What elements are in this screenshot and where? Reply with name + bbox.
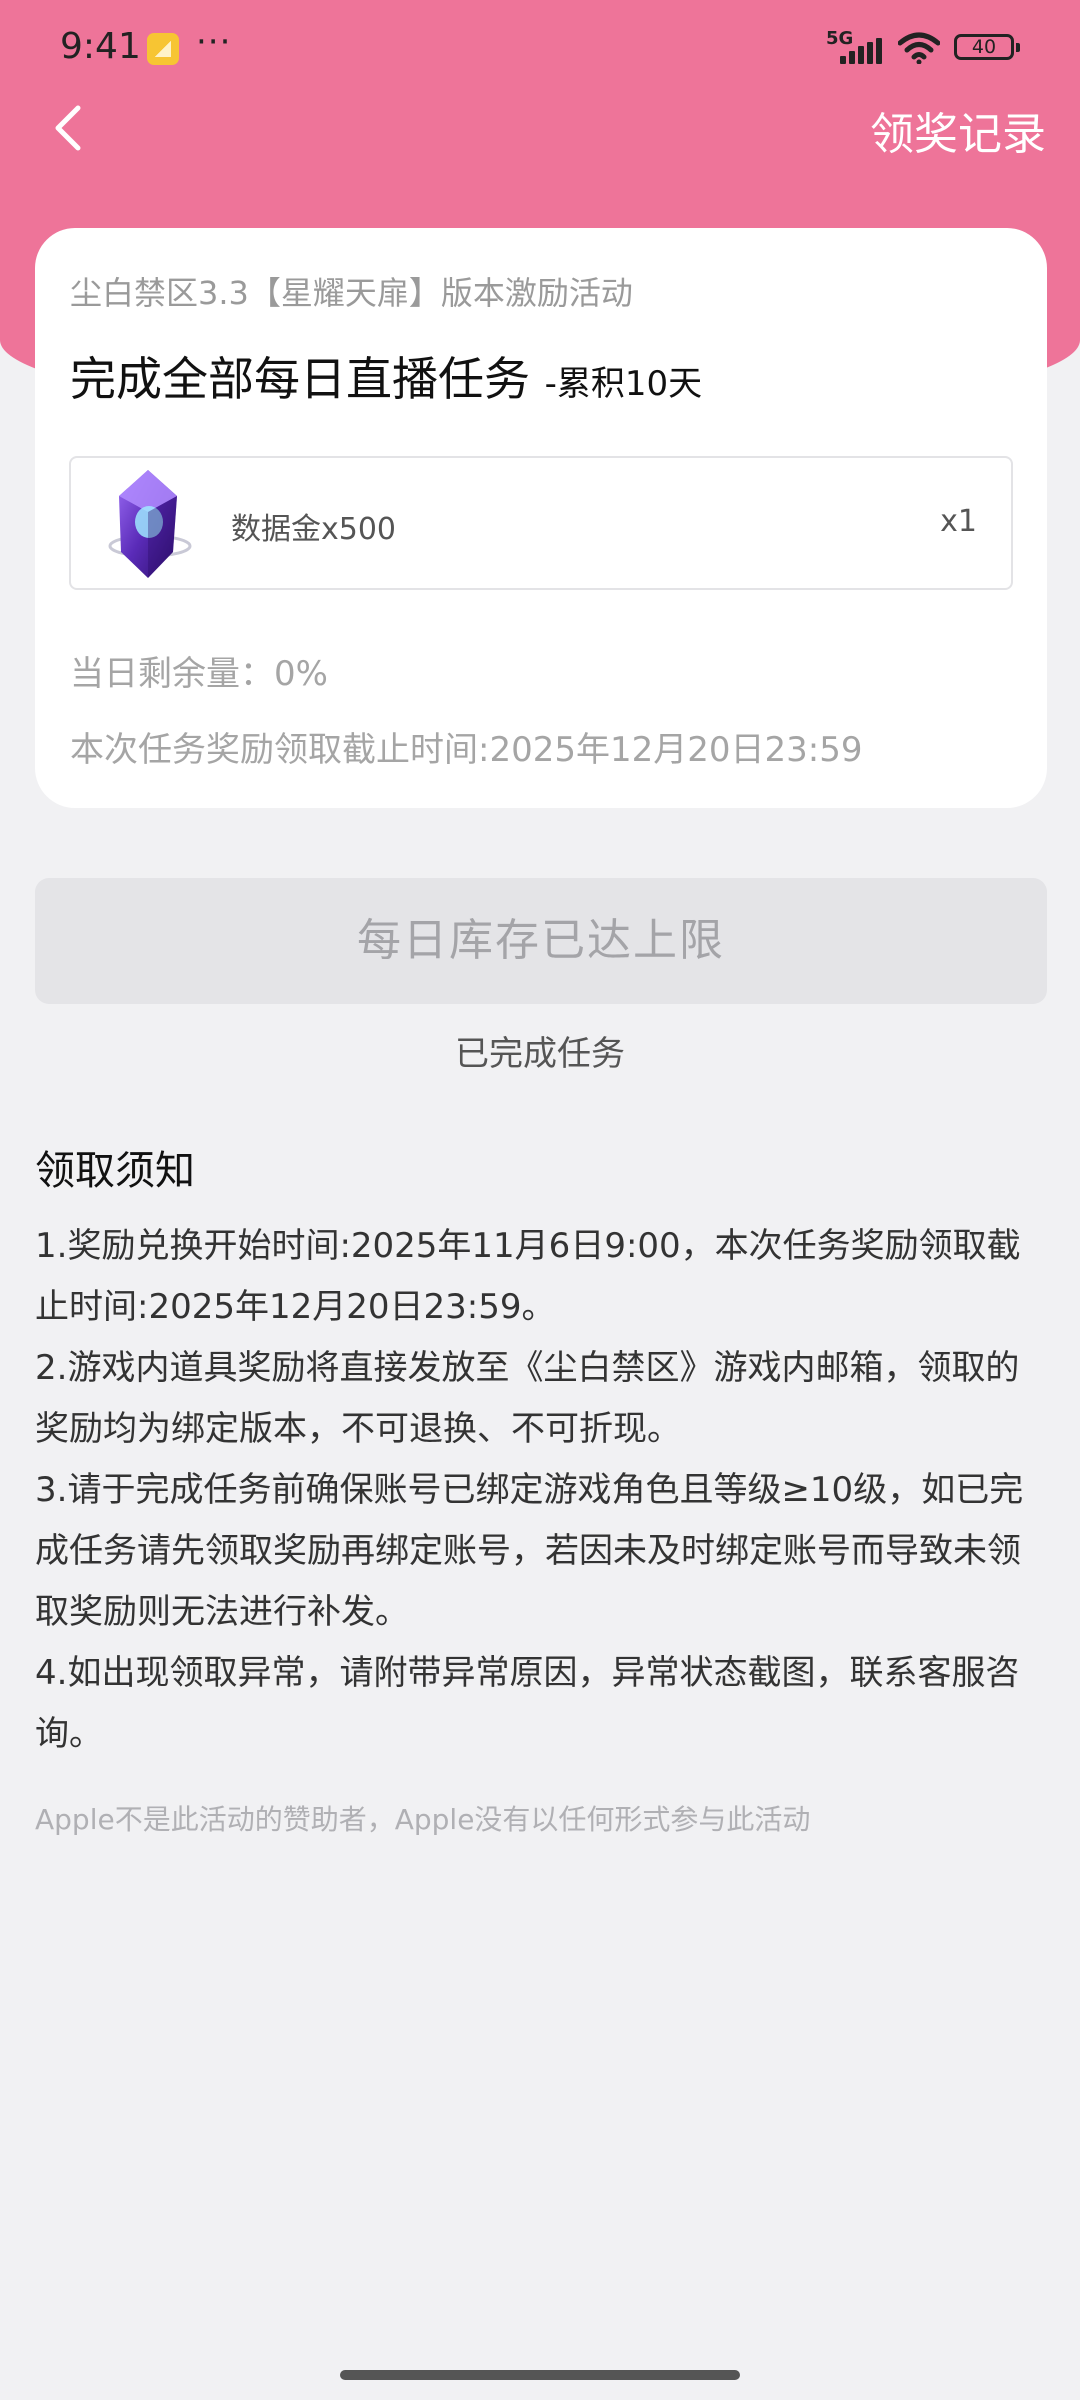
task-status: 已完成任务 (455, 1034, 625, 1074)
claim-button[interactable]: 每日库存已达上限 (35, 878, 1047, 1004)
notice-list: 1.奖励兑换开始时间:2025年11月6日9:00，本次任务奖励领取截止时间:2… (35, 1216, 1050, 1765)
signal-icon (840, 38, 884, 64)
more-notifications-icon: ··· (196, 22, 232, 62)
home-indicator[interactable] (340, 2370, 740, 2380)
notice-item: 2.游戏内道具奖励将直接发放至《尘白禁区》游戏内邮箱，领取的奖励均为绑定版本，不… (35, 1348, 1020, 1449)
reward-name: 数据金x500 (231, 512, 397, 547)
notice-title: 领取须知 (35, 1148, 195, 1194)
apple-disclaimer: Apple不是此活动的赞助者，Apple没有以任何形式参与此活动 (35, 1803, 811, 1836)
activity-subtitle: 尘白禁区3.3【星耀天扉】版本激励活动 (70, 274, 633, 312)
task-title-suffix: -累积10天 (544, 364, 703, 404)
task-title: 完成全部每日直播任务 -累积10天 (70, 343, 702, 409)
reward-item: 数据金x500 x1 (69, 456, 1013, 590)
status-bar: 9:41 ··· 5G 40 (0, 0, 1080, 100)
status-time: 9:41 (60, 26, 141, 67)
back-button[interactable] (44, 96, 94, 160)
daily-remaining: 当日剩余量：0% (70, 654, 328, 694)
notification-app-icon (147, 33, 179, 65)
activity-card: 尘白禁区3.3【星耀天扉】版本激励活动 完成全部每日直播任务 -累积10天 数据… (35, 228, 1047, 808)
notice-item: 3.请于完成任务前确保账号已绑定游戏角色且等级≥10级，如已完成任务请先领取奖励… (35, 1470, 1024, 1632)
task-title-text: 完成全部每日直播任务 (70, 352, 530, 406)
notice-item: 1.奖励兑换开始时间:2025年11月6日9:00，本次任务奖励领取截止时间:2… (35, 1226, 1021, 1327)
wifi-icon (898, 32, 940, 64)
reward-quantity: x1 (940, 504, 977, 539)
purple-crystal-icon (108, 470, 192, 578)
award-records-link[interactable]: 领奖记录 (870, 98, 1046, 162)
battery-icon: 40 (954, 34, 1020, 60)
claim-deadline: 本次任务奖励领取截止时间:2025年12月20日23:59 (70, 730, 863, 770)
notice-item: 4.如出现领取异常，请附带异常原因，异常状态截图，联系客服咨询。 (35, 1653, 1020, 1754)
